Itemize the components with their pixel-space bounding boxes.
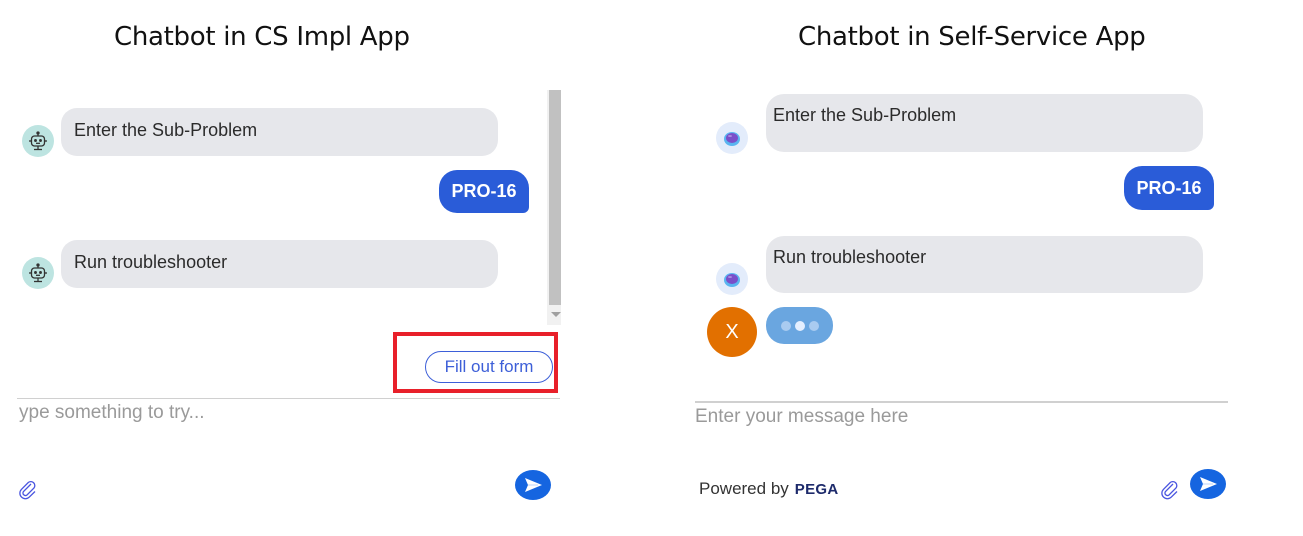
typing-dot bbox=[780, 320, 791, 331]
paperclip-icon bbox=[1161, 481, 1178, 500]
send-icon bbox=[525, 478, 542, 492]
send-icon bbox=[1200, 477, 1217, 491]
input-divider bbox=[17, 398, 560, 399]
user-avatar: X bbox=[707, 307, 757, 357]
scroll-down-arrow-icon[interactable] bbox=[551, 312, 561, 317]
powered-by: Powered by PEGA bbox=[699, 479, 839, 499]
bot-message: Run troubleshooter bbox=[61, 240, 498, 288]
bot-message-text: Enter the Sub-Problem bbox=[773, 105, 957, 125]
fill-out-form-button[interactable]: Fill out form bbox=[425, 351, 553, 383]
bot-message: Enter the Sub-Problem bbox=[61, 108, 498, 156]
bot-message-text: Run troubleshooter bbox=[74, 252, 228, 272]
user-message: PRO-16 bbox=[1124, 166, 1214, 210]
user-message-text: PRO-16 bbox=[1136, 177, 1202, 198]
robot-icon bbox=[29, 131, 47, 151]
typing-dot bbox=[808, 320, 819, 331]
astronaut-helmet-icon bbox=[724, 132, 740, 146]
user-message-text: PRO-16 bbox=[451, 181, 517, 201]
bot-avatar bbox=[22, 257, 54, 289]
typing-dot bbox=[794, 320, 805, 331]
bot-message: Enter the Sub-Problem bbox=[766, 94, 1203, 152]
user-message: PRO-16 bbox=[439, 170, 529, 213]
bot-message: Run troubleshooter bbox=[766, 236, 1203, 293]
attach-button[interactable] bbox=[1160, 480, 1180, 505]
bot-avatar bbox=[22, 125, 54, 157]
input-divider bbox=[695, 401, 1228, 403]
paperclip-icon bbox=[19, 481, 36, 500]
message-input[interactable]: ype something to try... bbox=[19, 402, 539, 428]
robot-icon bbox=[29, 263, 47, 283]
astronaut-helmet-icon bbox=[724, 273, 740, 287]
attach-button[interactable] bbox=[18, 480, 38, 505]
pega-logo: PEGA bbox=[794, 481, 839, 498]
scrollbar-thumb[interactable] bbox=[549, 90, 561, 305]
message-input[interactable]: Enter your message here bbox=[695, 406, 1215, 432]
typing-indicator bbox=[766, 307, 833, 344]
right-panel-title: Chatbot in Self-Service App bbox=[798, 22, 1146, 52]
left-panel-title: Chatbot in CS Impl App bbox=[114, 22, 410, 52]
bot-avatar bbox=[716, 122, 748, 154]
powered-by-label: Powered by bbox=[699, 479, 789, 498]
bot-message-text: Run troubleshooter bbox=[773, 247, 927, 267]
bot-avatar bbox=[716, 263, 748, 295]
send-button[interactable] bbox=[1190, 469, 1226, 499]
send-button[interactable] bbox=[515, 470, 551, 500]
chat-scrollbar[interactable] bbox=[547, 90, 561, 325]
bot-message-text: Enter the Sub-Problem bbox=[74, 120, 258, 140]
